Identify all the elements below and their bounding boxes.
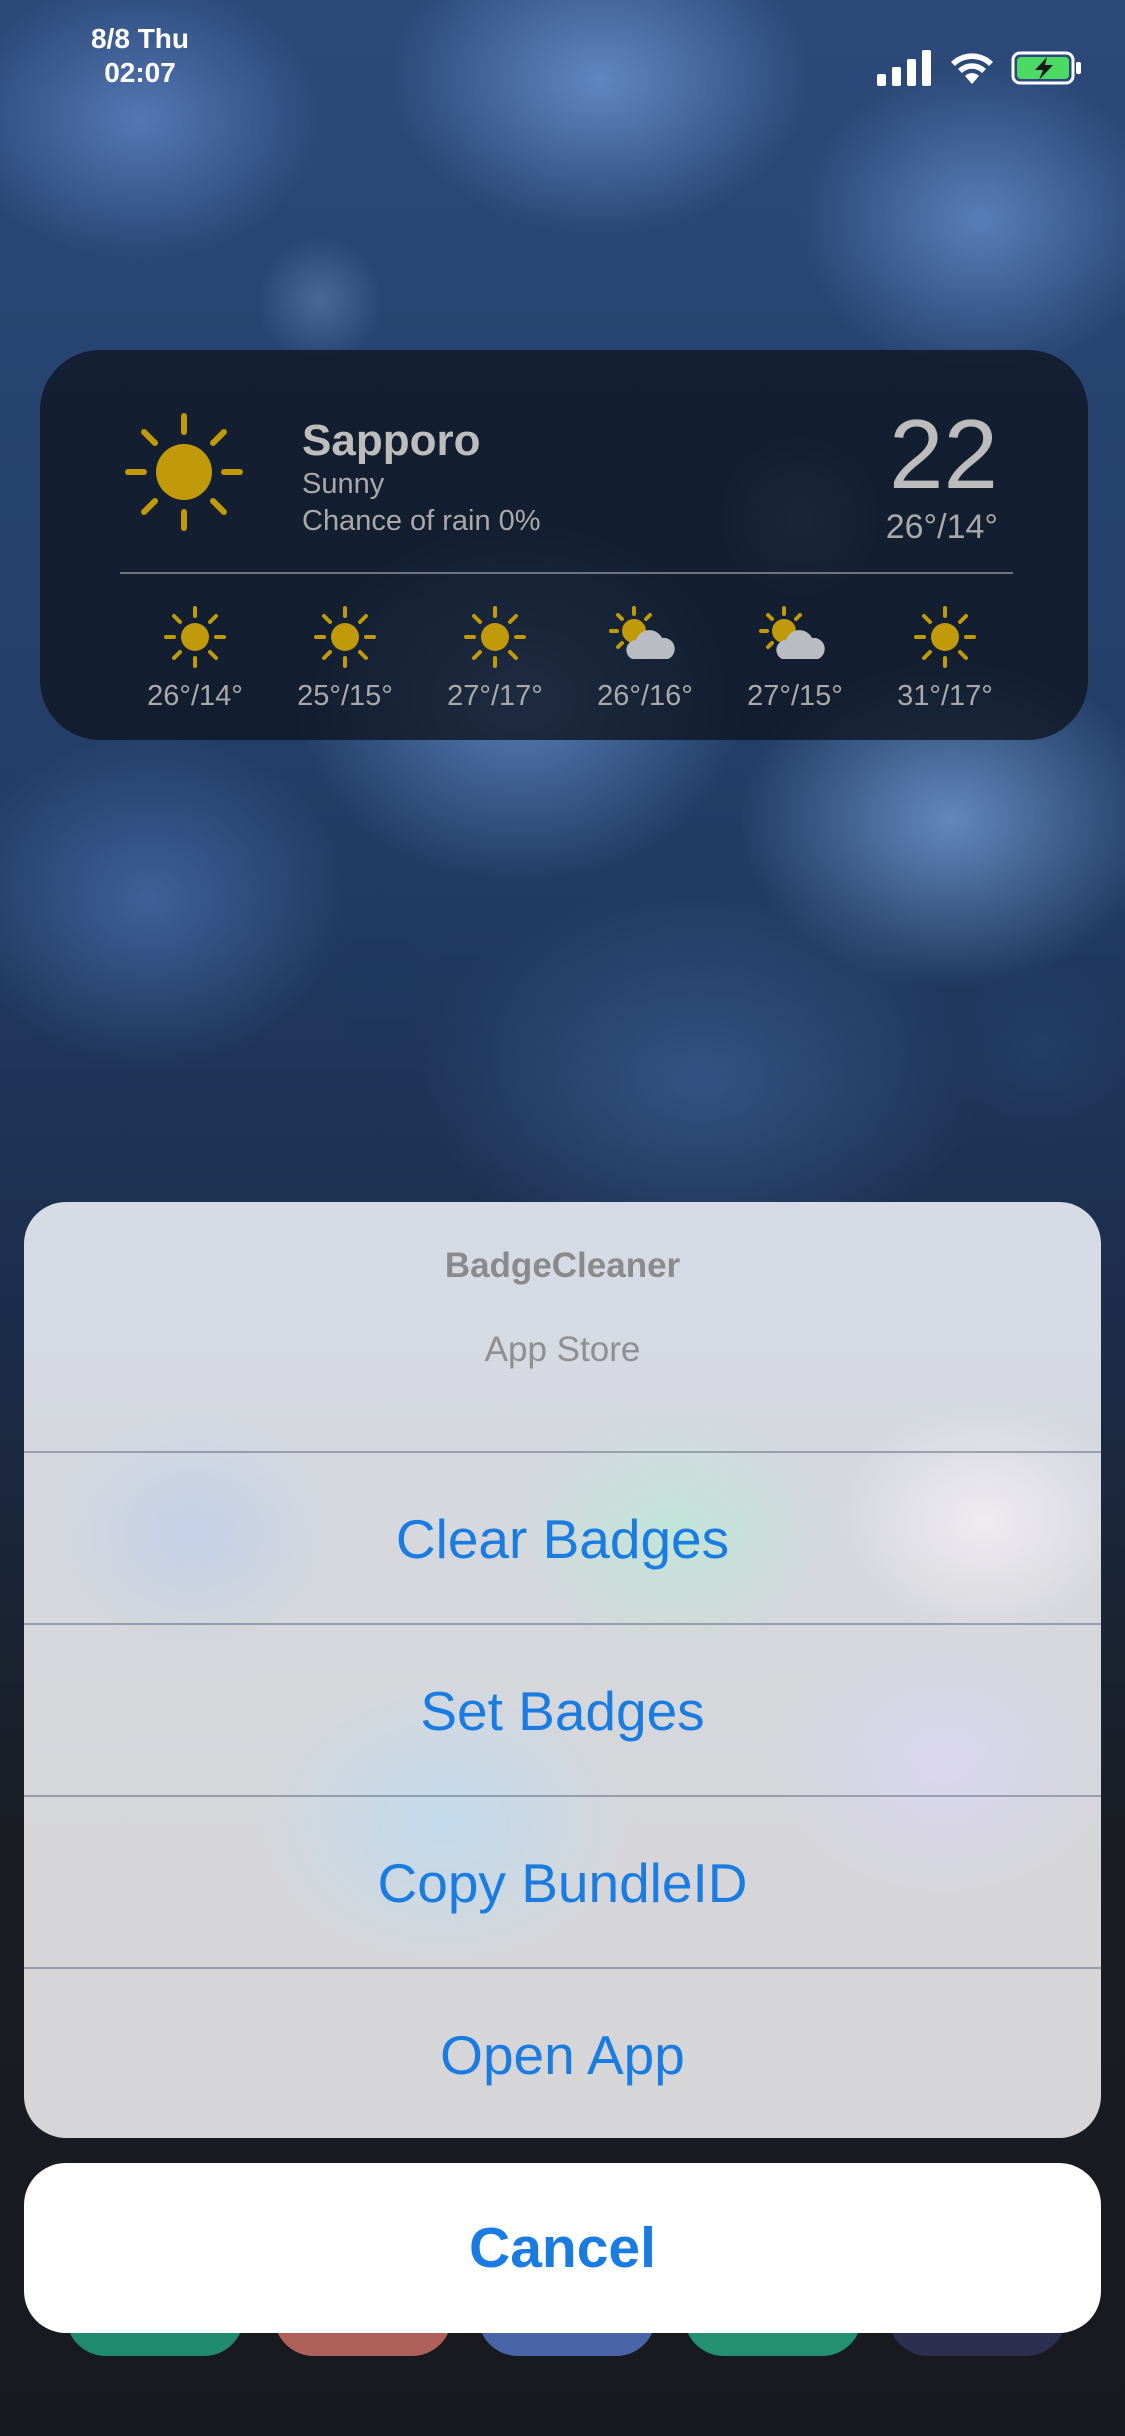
status-time: 02:07 bbox=[104, 57, 176, 88]
open-app-button[interactable]: Open App bbox=[24, 1967, 1101, 2138]
weather-city: Sapporo bbox=[302, 416, 481, 465]
weather-current-temp: 22 bbox=[888, 399, 998, 509]
status-bar: 8/8 Thu 02:07 bbox=[0, 0, 1125, 110]
forecast-day: 26°/14° bbox=[120, 600, 270, 713]
sun-icon bbox=[464, 606, 526, 668]
battery-charging-icon bbox=[1011, 51, 1081, 85]
copy-bundleid-button[interactable]: Copy BundleID bbox=[24, 1795, 1101, 1968]
forecast-temps: 26°/14° bbox=[147, 680, 243, 712]
weather-divider bbox=[120, 572, 1013, 574]
status-date: 8/8 Thu bbox=[90, 23, 189, 54]
sun-icon bbox=[914, 606, 976, 668]
set-badges-button[interactable]: Set Badges bbox=[24, 1623, 1101, 1796]
status-datetime: 8/8 Thu 02:07 bbox=[60, 22, 220, 90]
clear-badges-button[interactable]: Clear Badges bbox=[24, 1451, 1101, 1624]
weather-rain-chance: Chance of rain 0% bbox=[302, 505, 541, 537]
action-sheet: BadgeCleaner App Store Clear Badges Set … bbox=[24, 1202, 1101, 2138]
partly-cloudy-icon bbox=[609, 606, 675, 659]
action-sheet-title: BadgeCleaner bbox=[444, 1246, 681, 1285]
wifi-icon bbox=[951, 53, 993, 84]
action-sheet-header: BadgeCleaner App Store bbox=[24, 1202, 1101, 1451]
weather-hi-lo: 26°/14° bbox=[885, 508, 998, 546]
forecast-temps: 27°/15° bbox=[747, 680, 843, 712]
sun-icon bbox=[314, 606, 376, 668]
weather-forecast: 26°/14° 25°/15° 27°/17° 26°/16° 27°/15° … bbox=[120, 600, 1020, 713]
status-icons bbox=[877, 50, 1083, 86]
forecast-day: 25°/15° bbox=[270, 600, 420, 713]
cancel-button[interactable]: Cancel bbox=[24, 2163, 1101, 2333]
forecast-day: 27°/17° bbox=[420, 600, 570, 713]
forecast-day: 26°/16° bbox=[570, 600, 720, 713]
action-sheet-subtitle: App Store bbox=[484, 1330, 641, 1369]
forecast-day: 31°/17° bbox=[870, 600, 1020, 713]
forecast-temps: 27°/17° bbox=[447, 680, 543, 712]
forecast-temps: 31°/17° bbox=[897, 680, 993, 712]
forecast-day: 27°/15° bbox=[720, 600, 870, 713]
forecast-temps: 25°/15° bbox=[297, 680, 393, 712]
signal-icon bbox=[877, 50, 931, 86]
sun-icon bbox=[125, 413, 243, 531]
weather-condition: Sunny bbox=[302, 468, 385, 500]
weather-widget[interactable]: Sapporo Sunny Chance of rain 0% 22 26°/1… bbox=[40, 350, 1088, 740]
partly-cloudy-icon bbox=[759, 606, 825, 659]
sun-icon bbox=[164, 606, 226, 668]
forecast-temps: 26°/16° bbox=[597, 680, 693, 712]
